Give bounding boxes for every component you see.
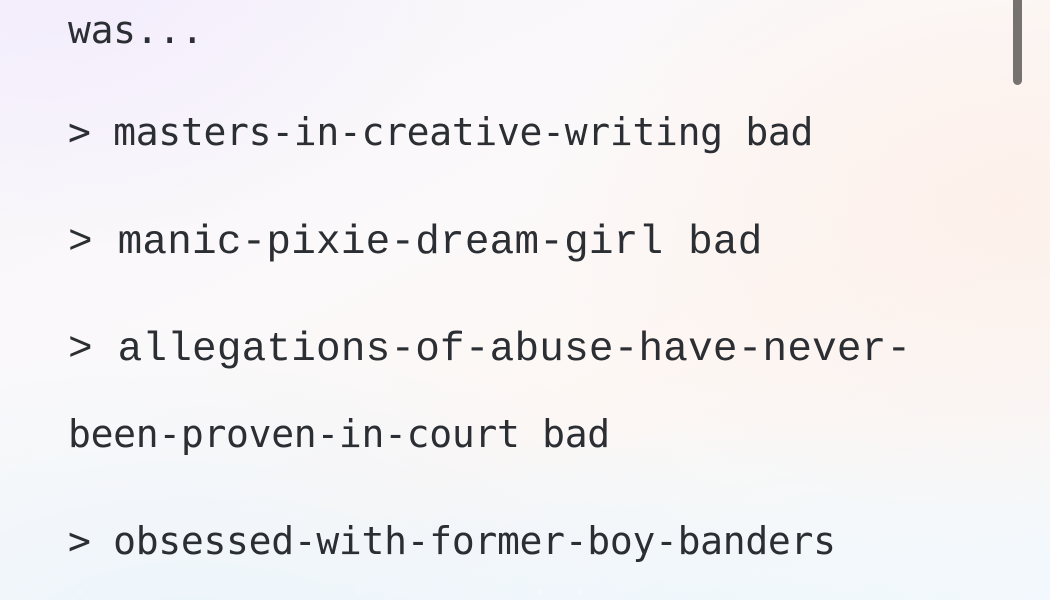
text-line-quote: > manic-pixie-dream-girl bad	[68, 220, 763, 266]
vertical-scrollbar-track[interactable]	[1013, 0, 1036, 600]
text-line-wrapped: been-proven-in-court bad	[68, 412, 610, 456]
text-line: was...	[68, 8, 204, 52]
clipped-row-artifact	[60, 586, 660, 600]
text-line-quote: > allegations-of-abuse-have-never-	[68, 327, 912, 373]
zoomed-text-viewport: was... > masters-in-creative-writing bad…	[0, 0, 1050, 600]
text-line-quote: > obsessed-with-former-boy-banders	[68, 519, 836, 563]
text-line-quote: > masters-in-creative-writing bad	[68, 110, 814, 154]
vertical-scrollbar-thumb[interactable]	[1013, 0, 1022, 85]
